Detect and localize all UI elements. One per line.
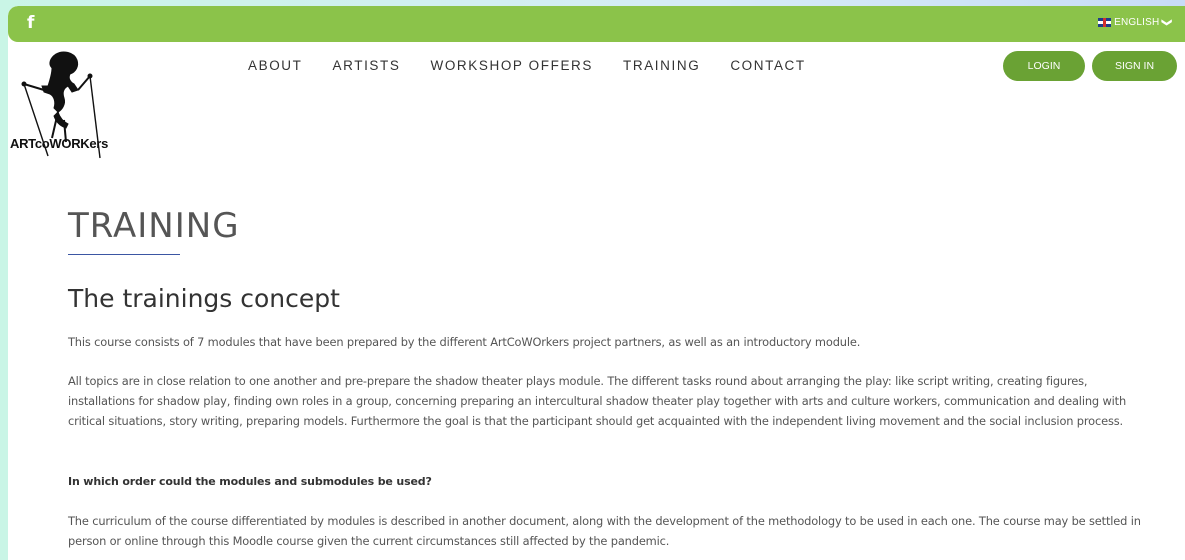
topics-paragraph: All topics are in close relation to one … [68, 374, 1127, 428]
facebook-icon[interactable]: f [27, 12, 34, 34]
nav-artists[interactable]: ARTISTS [333, 58, 401, 73]
uk-flag-icon [1098, 18, 1112, 27]
sign-in-button[interactable]: SIGN IN [1092, 51, 1177, 81]
curriculum-paragraph: The curriculum of the course differentia… [68, 514, 1141, 548]
nav-workshop-offers[interactable]: WORKSHOP OFFERS [430, 58, 593, 73]
language-selector[interactable]: ENGLISH ❯ [1098, 17, 1173, 28]
nav-training[interactable]: TRAINING [623, 58, 700, 73]
main-nav: ABOUT ARTISTS WORKSHOP OFFERS TRAINING C… [248, 58, 806, 73]
chevron-down-icon: ❯ [1161, 18, 1173, 27]
nav-about[interactable]: ABOUT [248, 58, 303, 73]
top-bar: f ENGLISH ❯ [8, 6, 1185, 42]
nav-contact[interactable]: CONTACT [730, 58, 805, 73]
brand-name[interactable]: ARTcoWORKers [10, 136, 108, 151]
intro-paragraph: This course consists of 7 modules that h… [68, 335, 861, 349]
order-question: In which order could the modules and sub… [68, 475, 432, 488]
title-underline [68, 254, 180, 255]
page-title: TRAINING [68, 206, 240, 246]
language-label: ENGLISH [1114, 17, 1160, 28]
page: f ENGLISH ❯ ARTcoWORKers ABOUT ARTISTS W… [8, 6, 1185, 560]
login-button[interactable]: LOGIN [1003, 51, 1085, 81]
section-heading: The trainings concept [68, 284, 340, 313]
